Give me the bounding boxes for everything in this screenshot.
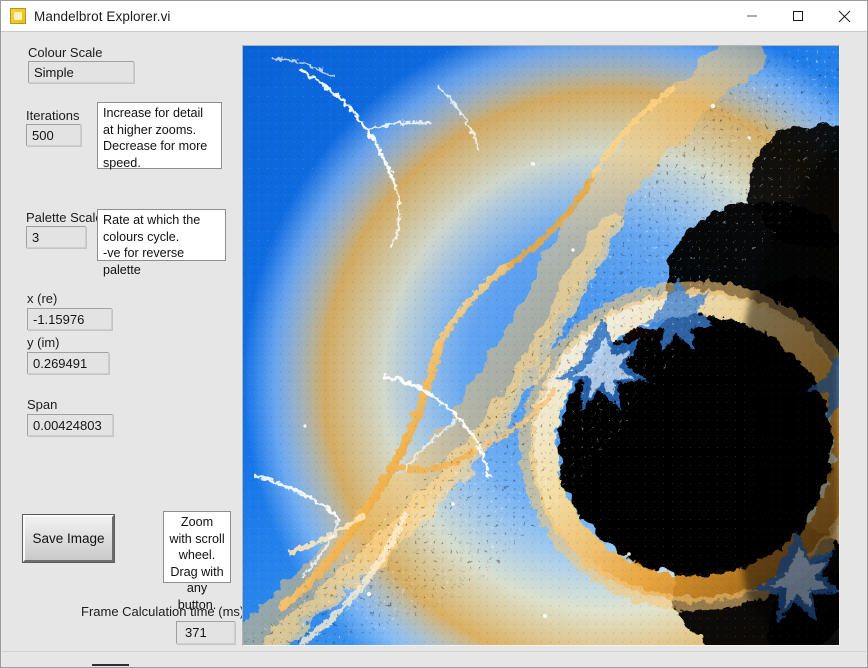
client-area: Colour Scale Simple Iterations 500 Incre… <box>1 31 867 667</box>
x-re-label: x (re) <box>27 291 58 306</box>
maximize-button[interactable] <box>775 1 821 31</box>
iterations-tip: Increase for detail at higher zooms. Dec… <box>97 102 222 170</box>
iterations-label: Iterations <box>26 108 80 123</box>
palette-scale-input[interactable]: 3 <box>26 226 86 248</box>
x-re-input[interactable]: -1.15976 <box>27 308 112 330</box>
mandelbrot-canvas <box>243 46 839 645</box>
frame-time-value: 371 <box>176 621 235 644</box>
colour-scale-label: Colour Scale <box>28 45 103 60</box>
window-controls <box>729 1 867 31</box>
title-bar: Mandelbrot Explorer.vi <box>1 1 867 31</box>
iterations-input[interactable]: 500 <box>26 124 81 146</box>
close-icon <box>838 10 850 22</box>
maximize-icon <box>793 11 803 21</box>
frame-time-label: Frame Calculation time (ms) <box>81 604 245 619</box>
close-button[interactable] <box>821 1 867 31</box>
colour-scale-input[interactable]: Simple <box>28 61 134 83</box>
minimize-icon <box>747 15 757 17</box>
horizontal-scrollbar[interactable] <box>2 651 866 667</box>
mouse-usage-tip: Zoom with scroll wheel. Drag with any bu… <box>163 511 231 612</box>
palette-scale-label: Palette Scale <box>26 210 103 225</box>
y-im-label: y (im) <box>27 335 60 350</box>
mandelbrot-render[interactable] <box>242 45 840 646</box>
minimize-button[interactable] <box>729 1 775 31</box>
span-input[interactable]: 0.00424803 <box>27 414 113 436</box>
scrollbar-thumb[interactable] <box>92 664 129 666</box>
application-window: Mandelbrot Explorer.vi Colour Scale Simp… <box>0 0 868 668</box>
save-image-button[interactable]: Save Image <box>22 514 115 563</box>
labview-vi-icon <box>10 8 26 24</box>
span-label: Span <box>27 397 58 412</box>
y-im-input[interactable]: 0.269491 <box>27 352 109 374</box>
window-title: Mandelbrot Explorer.vi <box>34 8 171 24</box>
palette-scale-tip: Rate at which the colours cycle. -ve for… <box>97 209 226 277</box>
